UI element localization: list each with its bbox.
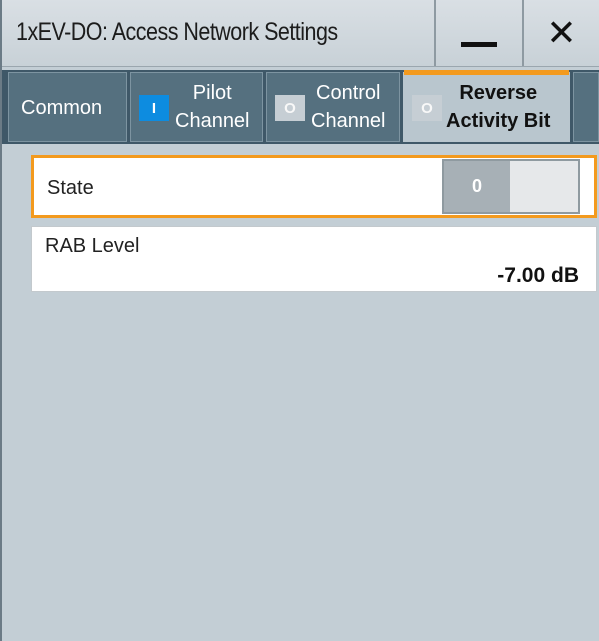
- reverse-activity-bit-state-indicator: O: [412, 95, 442, 121]
- tab-reverse-activity-bit-label: Reverse Activity Bit: [446, 79, 550, 135]
- tab-pilot-line1: Pilot: [192, 82, 232, 104]
- tab-reverse-activity-bit[interactable]: O Reverse Activity Bit: [403, 70, 570, 142]
- rab-level-label: RAB Level: [45, 235, 140, 257]
- tab-control-channel-label: Control Channel: [311, 79, 386, 135]
- tab-pilot-channel-label: Pilot Channel: [175, 79, 250, 135]
- minimize-icon: [461, 41, 497, 47]
- tab-scroll-area: [573, 72, 599, 142]
- title-bar: 1xEV-DO: Access Network Settings ✕: [2, 0, 599, 67]
- tab-control-channel[interactable]: O Control Channel: [266, 72, 400, 142]
- state-toggle[interactable]: 0: [442, 159, 580, 214]
- tab-control-line1: Control: [316, 82, 381, 104]
- tab-common-label: Common: [21, 97, 103, 119]
- tab-common[interactable]: Common: [8, 72, 127, 142]
- dialog-window: 1xEV-DO: Access Network Settings ✕ Commo…: [0, 0, 599, 641]
- tab-pilot-channel[interactable]: I Pilot Channel: [130, 72, 263, 142]
- tab-bar: Common I Pilot Channel O Control Channel…: [2, 70, 599, 144]
- rab-level-row: RAB Level -7.00 dB: [31, 226, 597, 292]
- state-row: State 0: [31, 155, 597, 218]
- rab-level-input[interactable]: -7.00 dB: [497, 264, 579, 288]
- close-button[interactable]: ✕: [522, 0, 599, 66]
- pilot-channel-state-indicator: I: [139, 95, 169, 121]
- tab-rab-line2: Activity Bit: [446, 110, 551, 132]
- dialog-title: 1xEV-DO: Access Network Settings: [16, 18, 338, 46]
- control-channel-state-indicator: O: [275, 95, 305, 121]
- minimize-button[interactable]: [434, 0, 522, 66]
- state-toggle-value: 0: [444, 161, 510, 212]
- tab-pilot-line2: Channel: [175, 110, 250, 132]
- tab-control-line2: Channel: [311, 110, 386, 132]
- state-label: State: [47, 177, 94, 199]
- tab-rab-line1: Reverse: [459, 82, 538, 104]
- close-icon: ✕: [546, 12, 577, 53]
